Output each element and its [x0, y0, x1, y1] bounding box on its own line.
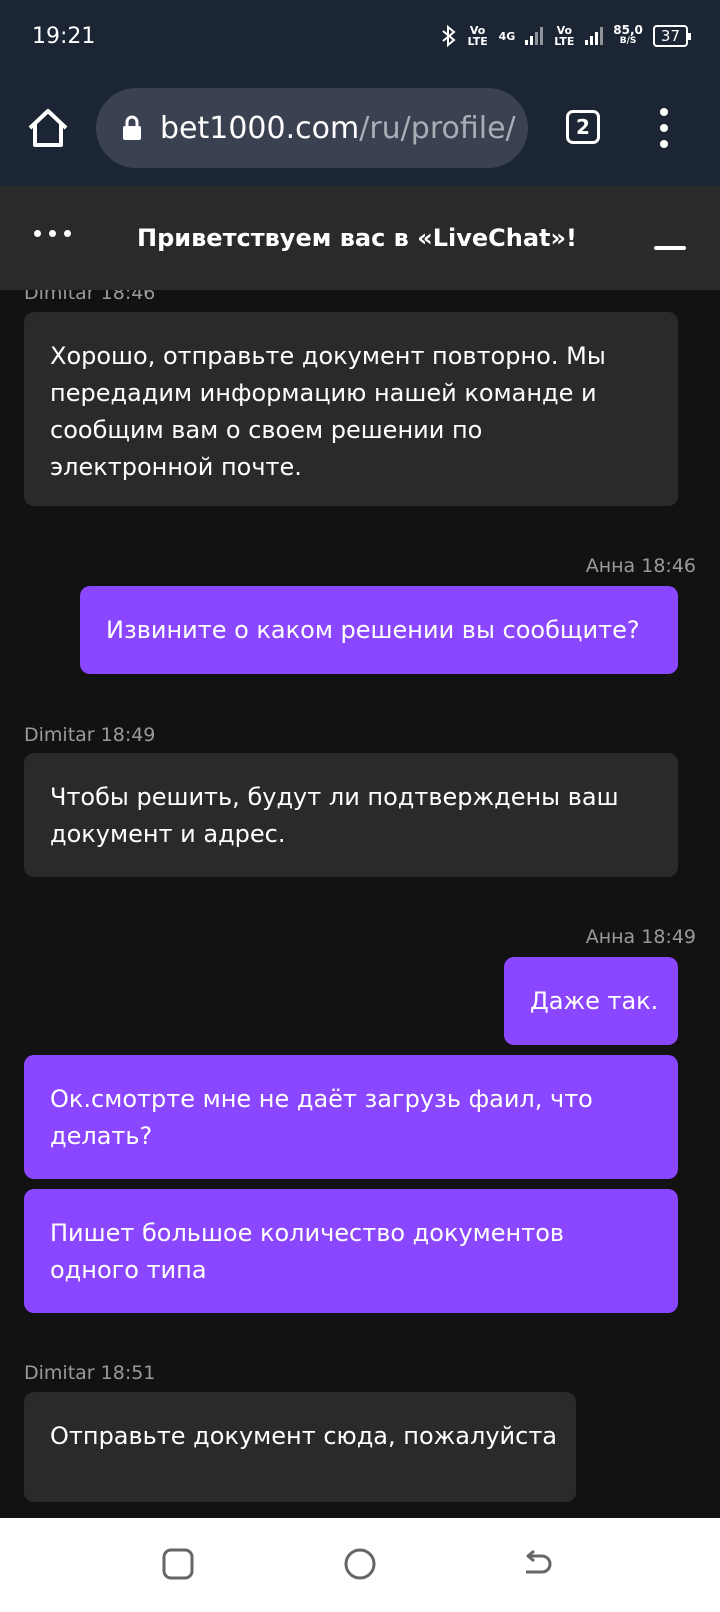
status-icons: Vo LTE 4G Vo LTE 85,0 B/S 37: [441, 23, 692, 48]
lock-icon: [123, 115, 141, 140]
url-text: bet1000.com/ru/profile/: [160, 111, 516, 146]
agent-message: Хорошо, отправьте документ повторно. Мы …: [24, 312, 678, 506]
user-message: Ок.смотрте мне не даёт загрузь фаил, что…: [24, 1055, 678, 1179]
chat-header: Приветствуем вас в «LiveChat»!: [0, 186, 720, 290]
user-message: Даже так.: [504, 957, 678, 1045]
minimize-icon[interactable]: [654, 246, 686, 250]
network-speed-unit: B/S: [619, 36, 637, 46]
bluetooth-icon: [441, 25, 456, 47]
system-nav-bar: [0, 1518, 720, 1612]
home-circle-icon[interactable]: [342, 1546, 378, 1582]
agent-message: Чтобы решить, будут ли подтверждены ваш …: [24, 753, 678, 877]
status-bar: 19:21 Vo LTE 4G Vo LTE 85,0 B/S 37: [0, 0, 720, 72]
status-time: 19:21: [32, 23, 96, 49]
message-meta: Dimitar 18:49: [24, 724, 156, 746]
overflow-menu-icon[interactable]: [652, 108, 676, 148]
tabs-icon[interactable]: 2: [566, 110, 600, 144]
signal-icon: [525, 27, 544, 45]
vo-lte-label-2: Vo LTE: [554, 24, 575, 48]
message-meta: Анна 18:46: [585, 555, 696, 577]
more-icon[interactable]: [34, 230, 71, 237]
message-meta: Dimitar 18:46: [24, 290, 156, 304]
user-message: Извините о каком решении вы сообщите?: [80, 586, 678, 674]
browser-toolbar: bet1000.com/ru/profile/ 2: [0, 72, 720, 186]
vo-lte-label-1: Vo LTE: [467, 24, 488, 48]
agent-message: Отправьте документ сюда, пожалуйста: [24, 1392, 576, 1502]
user-message: Пишет большое количество документов одно…: [24, 1189, 678, 1313]
network-speed: 85,0 B/S: [613, 23, 643, 47]
chat-title: Приветствуем вас в «LiveChat»!: [137, 224, 577, 252]
url-path: /ru/profile/: [359, 110, 516, 146]
message-meta: Анна 18:49: [585, 926, 696, 948]
back-icon[interactable]: [520, 1546, 556, 1582]
home-icon[interactable]: [26, 106, 70, 150]
message-list[interactable]: Dimitar 18:46 Хорошо, отправьте документ…: [0, 290, 720, 1518]
recents-icon[interactable]: [160, 1546, 196, 1582]
network-4g-label: 4G: [498, 29, 516, 43]
message-meta: Dimitar 18:51: [24, 1362, 156, 1384]
address-bar[interactable]: bet1000.com/ru/profile/: [96, 88, 528, 168]
network-speed-value: 85,0: [613, 23, 643, 37]
battery-icon: 37: [652, 25, 692, 47]
url-domain: bet1000.com: [160, 110, 360, 146]
signal-icon: [585, 27, 604, 45]
